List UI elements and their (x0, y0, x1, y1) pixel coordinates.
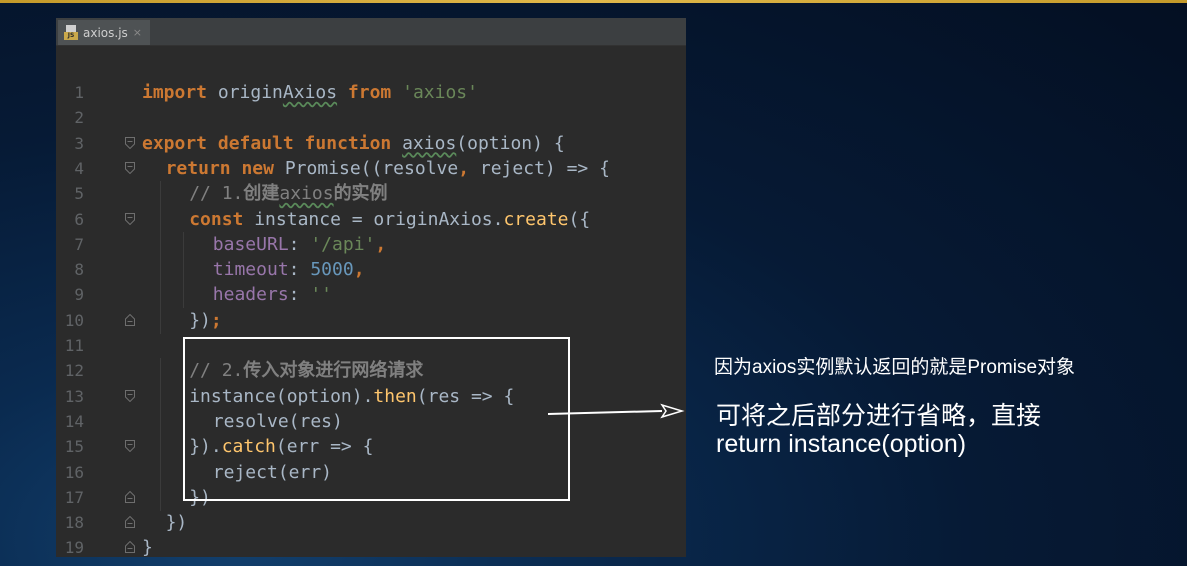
annotation-note-2: 可将之后部分进行省略，直接 (716, 402, 1042, 430)
annotation-note-1: 因为axios实例默认返回的就是Promise对象 (714, 357, 1076, 378)
arrow-icon (547, 403, 685, 419)
annotation-note-3: return instance(option) (716, 430, 967, 458)
